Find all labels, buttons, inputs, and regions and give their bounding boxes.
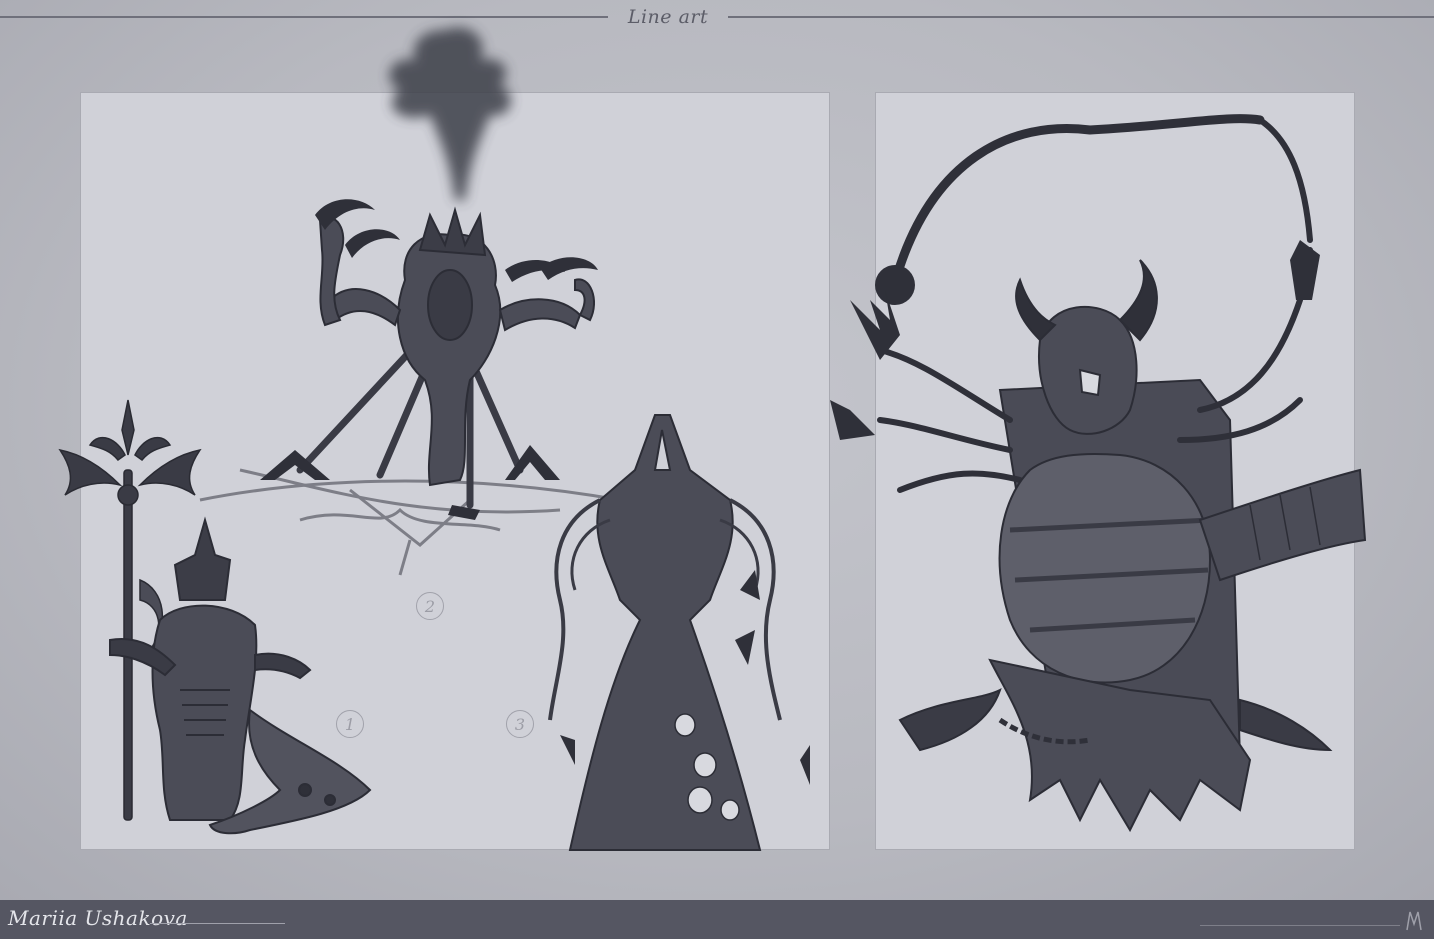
character-4-horned-lich bbox=[830, 114, 1367, 833]
whip bbox=[890, 114, 1313, 287]
signature-logo bbox=[1406, 911, 1422, 931]
smoke-plume bbox=[389, 27, 511, 201]
figure-label-1: 1 bbox=[336, 710, 364, 738]
spirit-body bbox=[318, 206, 595, 487]
staff-bearer-body bbox=[109, 516, 372, 835]
whip-orb bbox=[875, 265, 915, 305]
character-3-robed-witch bbox=[548, 414, 810, 851]
artwork-canvas bbox=[58, 27, 1367, 851]
figure-label-2: 2 bbox=[416, 592, 444, 620]
footer-bar: Mariia Ushakova bbox=[0, 900, 1434, 939]
footer-rule bbox=[1200, 925, 1400, 926]
author-name: Mariia Ushakova bbox=[8, 906, 188, 930]
figure-label-3: 3 bbox=[506, 710, 534, 738]
witch-robe bbox=[548, 414, 782, 851]
character-1-staff-bearer bbox=[58, 399, 372, 835]
lich-torso bbox=[998, 452, 1212, 684]
character-2-chained-spirit bbox=[199, 27, 621, 576]
author-underline bbox=[150, 923, 285, 924]
